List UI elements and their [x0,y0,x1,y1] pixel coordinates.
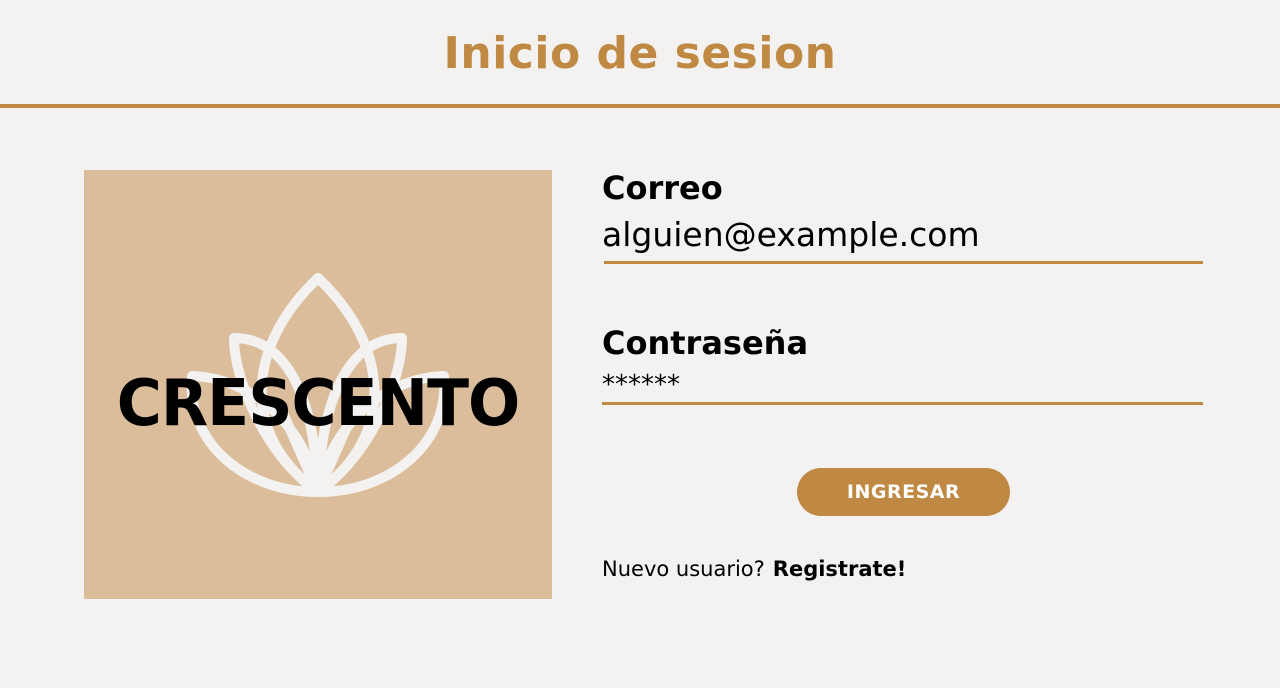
page-header: Inicio de sesion [0,0,1280,108]
register-row: Nuevo usuario? Registrate! [602,554,906,584]
email-label: Correo [602,169,723,207]
page-title: Inicio de sesion [443,28,837,79]
brand-name: CRESCENTO [116,367,521,441]
login-button[interactable]: INGRESAR [797,468,1010,516]
email-underline [604,261,1203,264]
register-link[interactable]: Registrate! [773,557,907,581]
password-label: Contraseña [602,324,809,362]
login-page: Inicio de sesion CRESCENTO Correo Contra… [0,0,1280,688]
email-field[interactable] [602,212,1202,258]
password-field[interactable] [602,370,1202,400]
password-underline [602,402,1203,405]
register-prompt: Nuevo usuario? [602,557,765,581]
brand-logo: CRESCENTO [84,170,552,599]
